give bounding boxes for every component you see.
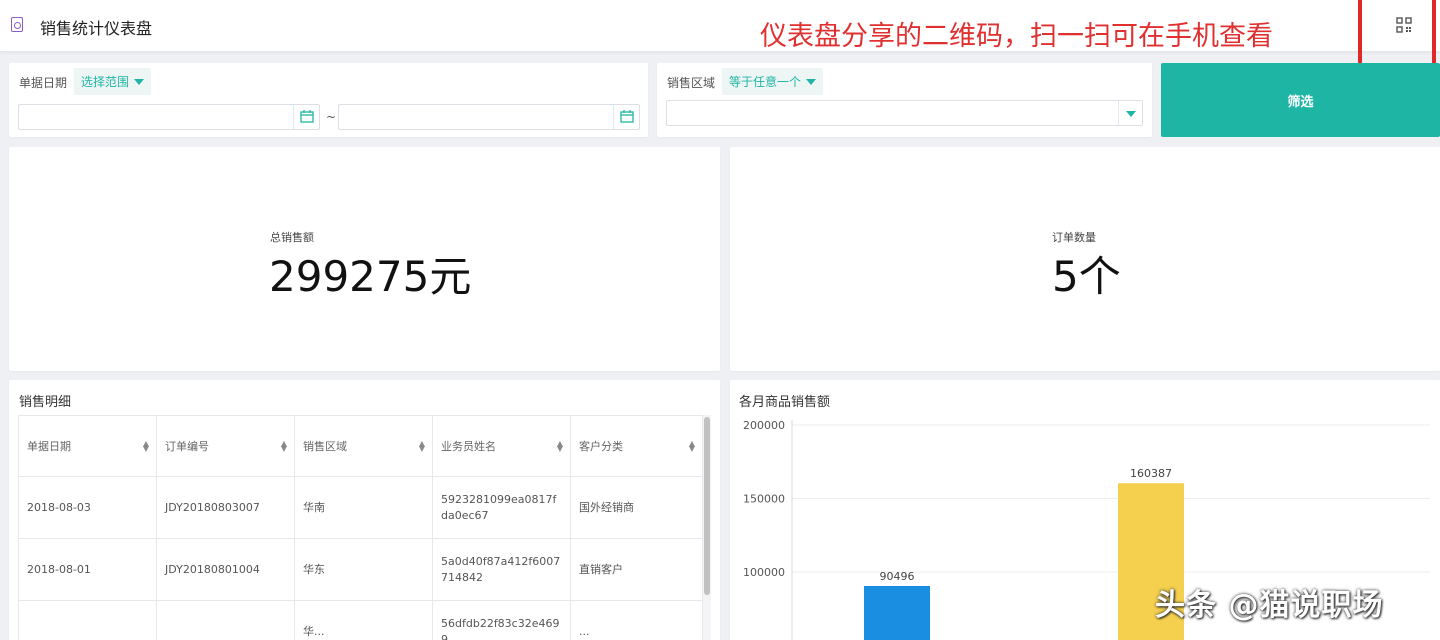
bar-data-label: 160387 [1130,467,1172,480]
range-separator: ~ [326,110,337,124]
column-header-label: 单据日期 [27,440,71,453]
order-count-card: 订单数量 5个 [730,147,1440,371]
end-date-input[interactable] [338,104,640,130]
table-cell: 2018-08-03 [18,476,157,539]
table-cell: 56dfdb22f83c32e4699 [432,600,571,640]
column-header[interactable]: 单据日期 ▲ ▼ [18,415,157,477]
caret-down-icon [806,79,817,85]
table-cell: 5923281099ea0817fda0ec67 [432,476,571,539]
calendar-icon[interactable] [293,105,319,129]
region-filter-mode[interactable]: 等于任意一个 [722,68,824,95]
column-header[interactable]: 订单编号 ▲ ▼ [156,415,295,477]
table-cell: 华南 [294,476,433,539]
table-cell: ... [570,600,703,640]
region-select[interactable] [666,100,1143,126]
column-header-label: 业务员姓名 [441,440,496,453]
column-header[interactable]: 客户分类 ▲ ▼ [570,415,703,477]
table-cell: 2018-08-01 [18,538,157,601]
y-tick-label: 150000 [743,493,785,506]
column-header-label: 销售区域 [303,440,347,453]
table-cell [156,600,295,640]
y-tick-label: 100000 [743,566,785,579]
region-filter-label: 销售区域 [667,76,716,90]
watermark: 头条 @猫说职场 [1155,588,1384,623]
column-header-label: 订单编号 [165,440,209,453]
table-row[interactable]: 2018-08-03 JDY20180803007 华南 5923281099e… [18,476,703,539]
table-cell [18,600,157,640]
table-title: 销售明细 [19,395,72,410]
sort-icon[interactable]: ▲ ▼ [143,440,149,453]
bar-data-label: 90496 [880,570,915,583]
table-cell: 华... [294,600,433,640]
dashboard-icon [11,17,23,32]
sort-icon[interactable]: ▲ ▼ [281,440,287,453]
table-header-row: 单据日期 ▲ ▼ 订单编号 ▲ ▼ 销售区域 ▲ ▼ 业务员姓名 ▲ ▼ 客户分类 ▲ ▼ [18,415,703,477]
table-row[interactable]: 华... 56dfdb22f83c32e4699 ... [18,600,703,640]
top-bar: 销售统计仪表盘 仪表盘分享的二维码，扫一扫可在手机查看 [0,0,1440,52]
table-cell: 直销客户 [570,538,703,601]
sort-icon[interactable]: ▲ ▼ [689,440,695,453]
region-filter-card: 销售区域 等于任意一个 [657,63,1152,137]
column-header-label: 客户分类 [579,440,623,453]
sort-icon[interactable]: ▲ ▼ [557,440,563,453]
page-title: 销售统计仪表盘 [40,19,153,38]
chart-title: 各月商品销售额 [739,395,831,410]
calendar-icon[interactable] [613,105,639,129]
table-row[interactable]: 2018-08-01 JDY20180801004 华东 5a0d40f87a4… [18,538,703,601]
table-cell: JDY20180801004 [156,538,295,601]
bar [864,585,930,640]
date-filter-mode-text: 选择范围 [81,75,130,89]
sort-icon[interactable]: ▲ ▼ [419,440,425,453]
table-cell: 华东 [294,538,433,601]
dropdown-arrow-icon[interactable] [1118,101,1142,125]
column-header[interactable]: 销售区域 ▲ ▼ [294,415,433,477]
y-tick-label: 200000 [743,419,785,432]
table-cell: 5a0d40f87a412f6007714842 [432,538,571,601]
date-filter-mode[interactable]: 选择范围 [74,68,152,95]
date-filter-label: 单据日期 [19,76,68,90]
sales-table: 单据日期 ▲ ▼ 订单编号 ▲ ▼ 销售区域 ▲ ▼ 业务员姓名 ▲ ▼ 客户分类 ▲ ▼ 2018… [18,415,703,640]
date-filter-card: 单据日期 选择范围 ~ [9,63,648,137]
region-filter-mode-text: 等于任意一个 [729,75,802,89]
caret-down-icon [134,79,145,85]
table-cell: JDY20180803007 [156,476,295,539]
total-sales-card: 总销售额 299275元 [9,147,720,371]
table-cell: 国外经销商 [570,476,703,539]
table-scrollbar-thumb[interactable] [704,417,710,595]
kpi-value: 5个 [1052,252,1121,301]
start-date-input[interactable] [18,104,320,130]
qr-annotation-text: 仪表盘分享的二维码，扫一扫可在手机查看 [760,21,1273,52]
kpi-value: 299275元 [269,252,472,301]
column-header[interactable]: 业务员姓名 ▲ ▼ [432,415,571,477]
filter-button[interactable]: 筛选 [1161,63,1440,137]
